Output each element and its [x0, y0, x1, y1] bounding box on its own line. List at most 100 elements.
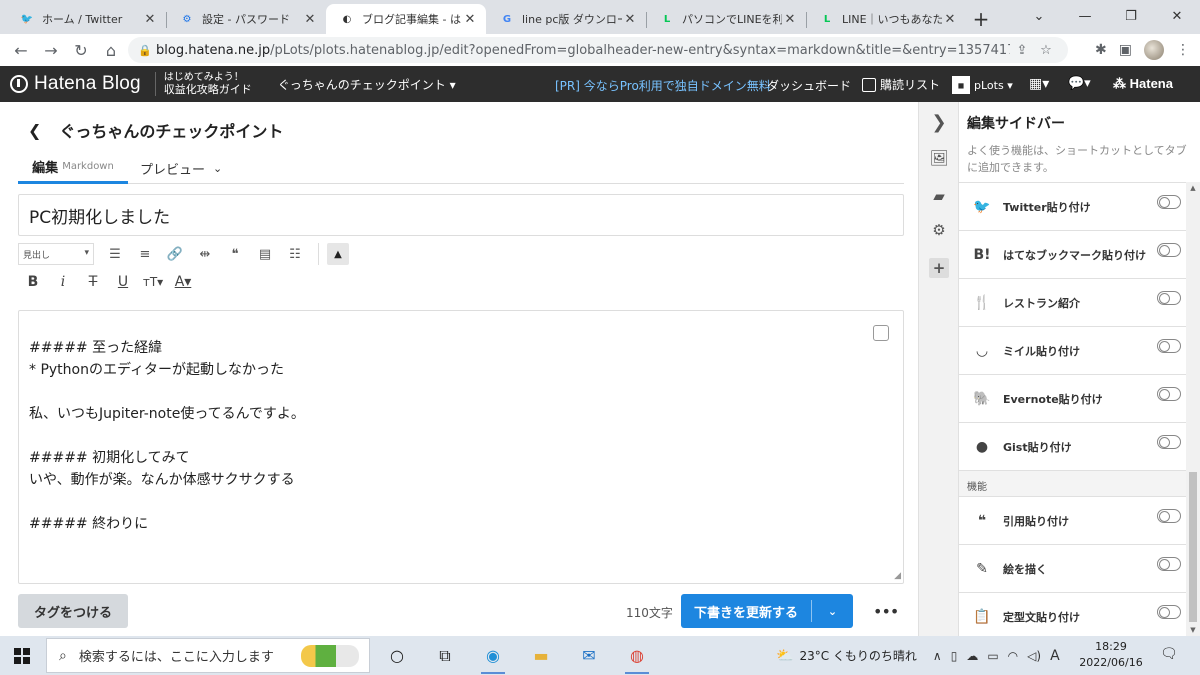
shortcut-toggle-switch[interactable]	[1157, 557, 1181, 571]
article-title-input[interactable]: PC初期化しました	[18, 194, 904, 236]
tab-close-icon[interactable]: ✕	[782, 12, 798, 27]
body-line[interactable]: * Pythonのエディターが起動しなかった	[29, 359, 305, 381]
mail-icon[interactable]: ✉	[565, 636, 613, 675]
underline-icon[interactable]: U	[108, 274, 138, 290]
browser-tab[interactable]: ◐ ブログ記事編集 - はてなブログ✕	[326, 4, 486, 34]
scroll-down-arrow-icon[interactable]: ▼	[1186, 626, 1200, 634]
image-upload-icon[interactable]: 🖼	[929, 148, 949, 168]
address-bar[interactable]: 🔒 blog.hatena.ne.jp/pLots/plots.hatenabl…	[128, 37, 1068, 63]
body-line[interactable]: いや、動作が楽。なんか体感サクサクする	[29, 469, 305, 491]
taskbar-clock[interactable]: 18:29 2022/06/16	[1076, 639, 1146, 671]
onedrive-cloud-icon[interactable]: ☁	[966, 649, 978, 663]
sidebar-tool-item[interactable]: 📋 定型文貼り付け	[959, 593, 1187, 636]
quote-icon[interactable]: ❝	[220, 247, 250, 262]
folder-icon[interactable]: ▰	[929, 186, 949, 206]
ime-indicator[interactable]: A	[1050, 648, 1060, 664]
add-tool-plus-icon[interactable]: +	[929, 258, 949, 278]
monetize-guide-link[interactable]: はじめてみよう！ 収益化攻略ガイド	[154, 72, 252, 96]
italic-icon[interactable]: i	[48, 274, 78, 290]
sidebar-tool-item[interactable]: ◡ ミイル貼り付け	[959, 327, 1187, 375]
shortcut-toggle-switch[interactable]	[1157, 339, 1181, 353]
sidebar-tool-item[interactable]: ❝ 引用貼り付け	[959, 497, 1187, 545]
resize-handle-icon[interactable]: ◢	[894, 571, 901, 581]
shortcut-toggle-switch[interactable]	[1157, 605, 1181, 619]
tab-search-icon[interactable]: ⌄	[1016, 0, 1062, 32]
minimize-button[interactable]: —	[1062, 0, 1108, 32]
home-icon[interactable]: ⌂	[96, 41, 126, 60]
lock-icon[interactable]: 🔒	[138, 44, 156, 57]
pro-promo-link[interactable]: [PR] 今ならPro利用で独自ドメイン無料	[555, 77, 771, 94]
shortcut-toggle-switch[interactable]	[1157, 195, 1181, 209]
profile-avatar[interactable]	[1144, 40, 1164, 60]
tray-overflow-icon[interactable]: ∧	[933, 649, 942, 663]
sidebar-tool-item[interactable]: 🐘 Evernote貼り付け	[959, 375, 1187, 423]
weather-text[interactable]: 23°C くもりのち晴れ	[799, 647, 916, 664]
sidebar-tool-item[interactable]: B! はてなブックマーク貼り付け	[959, 231, 1187, 279]
tab-close-icon[interactable]: ✕	[462, 12, 478, 27]
sidebar-scrollbar[interactable]: ▲ ▼	[1186, 182, 1200, 636]
scroll-up-arrow-icon[interactable]: ▲	[1186, 184, 1200, 192]
reload-icon[interactable]: ↻	[66, 41, 96, 60]
table-icon[interactable]: ▤	[250, 247, 280, 262]
meet-now-icon[interactable]: ▯	[951, 649, 958, 663]
numbered-list-icon[interactable]: ≡	[130, 247, 160, 262]
more-options-icon[interactable]: •••	[873, 602, 899, 621]
tab-preview[interactable]: プレビュー ⌄	[140, 152, 222, 184]
extensions-puzzle-icon[interactable]: ✱	[1095, 42, 1107, 58]
collapse-toolbar-icon[interactable]: ▲	[327, 243, 349, 265]
back-arrow-icon[interactable]: ←	[6, 41, 36, 60]
body-line[interactable]	[29, 425, 305, 447]
windows-start-icon[interactable]	[0, 636, 44, 675]
search-highlight-image[interactable]	[301, 645, 359, 667]
body-line[interactable]: ##### 終わりに	[29, 513, 305, 535]
browser-menu-icon[interactable]: ⋮	[1176, 42, 1190, 58]
task-view-icon[interactable]: ⧉	[421, 636, 469, 675]
maximize-button[interactable]: ❐	[1108, 0, 1154, 32]
hatena-blog-logo[interactable]: Hatena Blog	[10, 73, 141, 95]
dashboard-link[interactable]: ダッシュボード	[767, 77, 851, 94]
apps-grid-icon[interactable]: ▦▾	[1029, 76, 1049, 92]
body-line[interactable]: 私、いつもJupiter-note使ってるんですよ。	[29, 403, 305, 425]
tab-close-icon[interactable]: ✕	[142, 12, 158, 27]
settings-gear-icon[interactable]: ⚙	[929, 220, 949, 240]
share-icon[interactable]: ⇪	[1010, 43, 1034, 58]
sidebar-tool-item[interactable]: 🐦 Twitter貼り付け	[959, 183, 1187, 231]
text-size-icon[interactable]: тT▾	[138, 275, 168, 289]
forward-arrow-icon[interactable]: →	[36, 41, 66, 60]
shortcut-toggle-switch[interactable]	[1157, 291, 1181, 305]
chevron-down-icon[interactable]: ⌄	[812, 605, 853, 618]
body-line[interactable]: ##### 至った経緯	[29, 337, 305, 359]
chrome-icon[interactable]: ◍	[613, 636, 661, 675]
article-body-text[interactable]: ##### 至った経緯 * Pythonのエディターが起動しなかった 私、いつもJu…	[29, 337, 305, 535]
browser-tab[interactable]: 🐦 ホーム / Twitter ✕	[6, 4, 166, 34]
subscriptions-link[interactable]: 購読リスト	[862, 76, 940, 93]
update-draft-button[interactable]: 下書きを更新する ⌄	[681, 594, 853, 628]
wifi-icon[interactable]: ◠	[1008, 649, 1018, 663]
user-menu[interactable]: ◼ pLots ▾	[952, 76, 1013, 94]
link-icon[interactable]: 🔗	[160, 247, 190, 262]
edge-icon[interactable]: ◉	[469, 636, 517, 675]
battery-icon[interactable]: ▭	[987, 649, 998, 663]
browser-tab[interactable]: ⚙ 設定 - パスワード ✕	[166, 4, 326, 34]
close-window-button[interactable]: ✕	[1154, 0, 1200, 32]
notification-center-icon[interactable]: 🗨	[1160, 646, 1178, 662]
more-format-icon[interactable]: ☷	[280, 247, 310, 262]
sidebar-tool-item[interactable]: ● Gist貼り付け	[959, 423, 1187, 471]
shortcut-toggle-switch[interactable]	[1157, 509, 1181, 523]
new-tab-button[interactable]: +	[966, 4, 996, 34]
heading-select[interactable]: 見出し ▾	[18, 243, 94, 265]
browser-tab[interactable]: L LINE｜いつもあなたの✕	[806, 4, 966, 34]
bullet-list-icon[interactable]: ☰	[100, 247, 130, 262]
hatena-brand-link[interactable]: ⁂ Hatena	[1113, 76, 1173, 92]
notifications-icon[interactable]: 💬▾	[1068, 76, 1091, 91]
horizontal-rule-icon[interactable]: ⇹	[190, 247, 220, 262]
text-color-icon[interactable]: A▾	[168, 274, 198, 290]
collapse-sidebar-chevron-icon[interactable]: ❯	[929, 112, 949, 133]
side-panel-icon[interactable]: ▣	[1119, 42, 1132, 58]
back-chevron-icon[interactable]: ❮	[28, 121, 41, 140]
sidebar-tool-item[interactable]: 🍴 レストラン紹介	[959, 279, 1187, 327]
blog-selector[interactable]: ぐっちゃんのチェックポイント ▾	[278, 76, 456, 93]
tab-edit[interactable]: 編集 Markdown	[18, 152, 128, 184]
file-explorer-icon[interactable]: ▬	[517, 636, 565, 675]
body-line[interactable]	[29, 491, 305, 513]
